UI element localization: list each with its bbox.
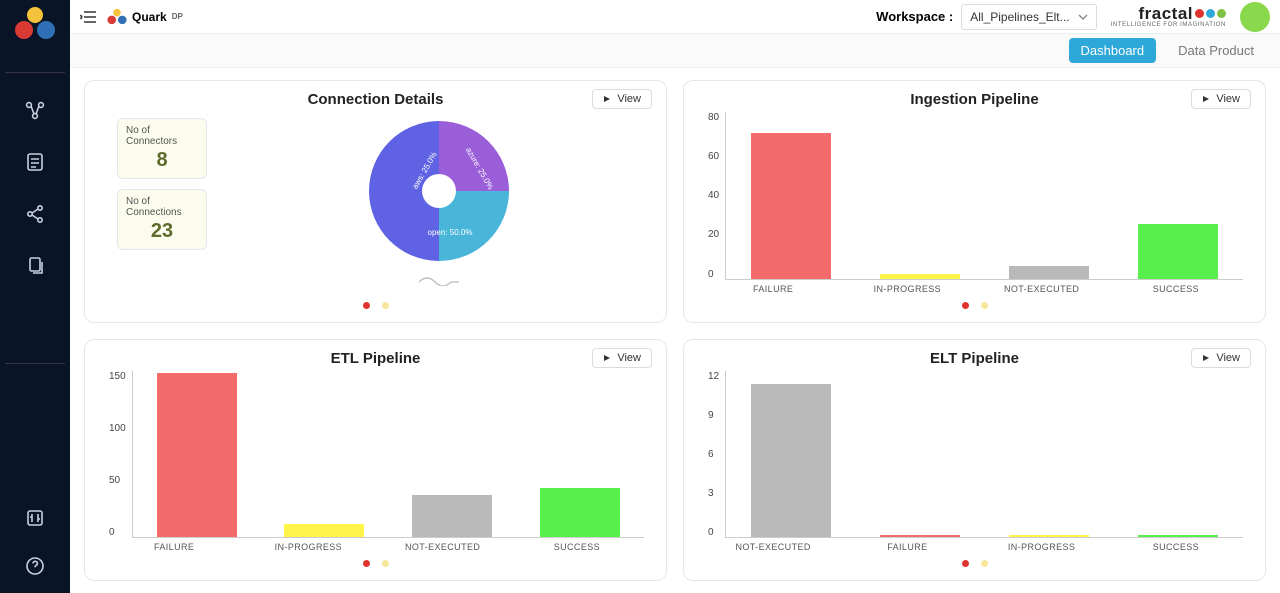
play-icon: [603, 354, 613, 362]
share-icon[interactable]: [20, 199, 50, 229]
card-title: Connection Details: [99, 91, 652, 108]
play-icon: [1202, 354, 1212, 362]
pipeline-icon[interactable]: [20, 95, 50, 125]
workspace-label: Workspace :: [876, 9, 953, 24]
divider: [5, 363, 65, 364]
company-logo: fractal INTELLIGENCE FOR IMAGINATION: [1111, 5, 1226, 28]
legend-squiggle-icon: [417, 272, 461, 286]
topbar: Quark DP Workspace : All_Pipelines_Elt...…: [70, 0, 1280, 34]
brand-mini: Quark DP: [106, 8, 183, 26]
settings-sliders-icon[interactable]: [20, 503, 50, 533]
card-title: ELT Pipeline: [698, 350, 1251, 367]
sidebar-toggle-icon[interactable]: [76, 5, 100, 29]
stat-connections: No of Connections 23: [117, 189, 207, 250]
view-button[interactable]: View: [592, 89, 652, 109]
tab-data-product[interactable]: Data Product: [1166, 38, 1266, 63]
elt-bar-chart: 129630NOT-EXECUTEDFAILUREIN-PROGRESSSUCC…: [698, 367, 1251, 553]
card-title: ETL Pipeline: [99, 350, 652, 367]
tab-dashboard[interactable]: Dashboard: [1069, 38, 1157, 63]
help-icon[interactable]: [20, 551, 50, 581]
play-icon: [1202, 95, 1212, 103]
view-button[interactable]: View: [592, 348, 652, 368]
left-nav-rail: [0, 0, 70, 593]
workspace-select[interactable]: All_Pipelines_Elt...: [961, 4, 1096, 30]
document-icon[interactable]: [20, 147, 50, 177]
workspace-value: All_Pipelines_Elt...: [970, 10, 1069, 24]
card-elt: ELT Pipeline View 129630NOT-EXECUTEDFAIL…: [683, 339, 1266, 582]
chevron-down-icon: [1078, 12, 1088, 22]
ingestion-bar-chart: 806040200FAILUREIN-PROGRESSNOT-EXECUTEDS…: [698, 108, 1251, 294]
carousel-dots[interactable]: [698, 552, 1251, 572]
etl-bar-chart: 150100500FAILUREIN-PROGRESSNOT-EXECUTEDS…: [99, 367, 652, 553]
app-logo: [7, 4, 63, 44]
carousel-dots[interactable]: [698, 294, 1251, 314]
card-title: Ingestion Pipeline: [698, 91, 1251, 108]
view-button[interactable]: View: [1191, 348, 1251, 368]
play-icon: [603, 95, 613, 103]
carousel-dots[interactable]: [99, 552, 652, 572]
stat-connectors: No of Connectors 8: [117, 118, 207, 179]
brand-name: Quark: [132, 10, 167, 24]
carousel-dots[interactable]: [99, 294, 652, 314]
brand-suffix: DP: [172, 12, 183, 21]
dashboard-grid: Connection Details View No of Connectors…: [70, 68, 1280, 593]
card-ingestion: Ingestion Pipeline View 806040200FAILURE…: [683, 80, 1266, 323]
card-connection-details: Connection Details View No of Connectors…: [84, 80, 667, 323]
card-etl: ETL Pipeline View 150100500FAILUREIN-PRO…: [84, 339, 667, 582]
divider: [5, 72, 65, 73]
avatar[interactable]: [1240, 2, 1270, 32]
connection-donut-chart: aws: 25.0%azure: 25.0%open: 50.0%: [364, 116, 514, 266]
copy-icon[interactable]: [20, 251, 50, 281]
subbar: Dashboard Data Product: [70, 34, 1280, 68]
view-button[interactable]: View: [1191, 89, 1251, 109]
